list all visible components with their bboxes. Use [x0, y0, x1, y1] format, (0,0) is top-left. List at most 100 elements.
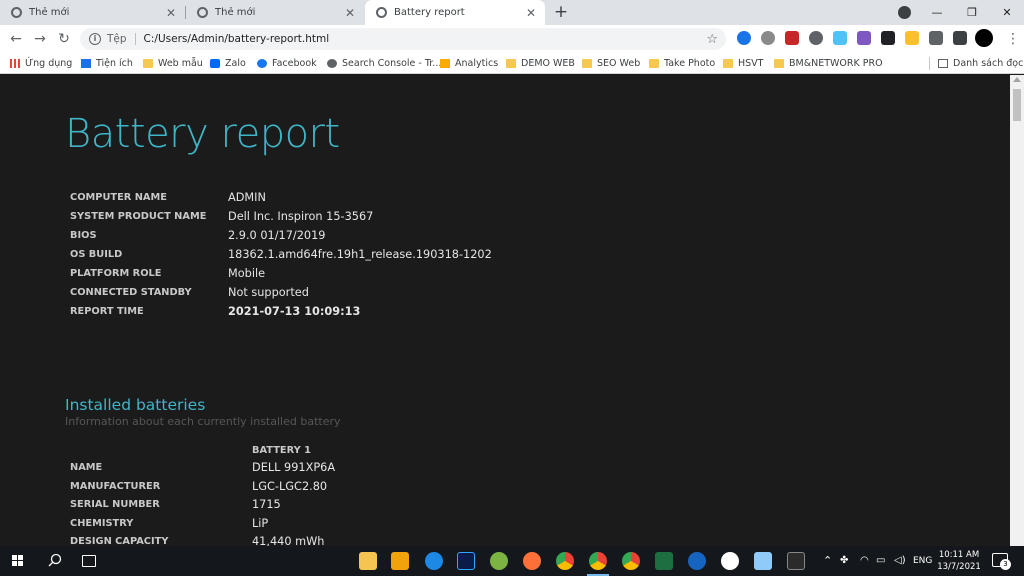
bookmark-take-photo[interactable]: Take Photo [649, 53, 715, 73]
folder-icon [649, 58, 659, 68]
battery-icon[interactable]: ▭ [876, 546, 885, 576]
globe-icon [197, 7, 208, 18]
bookmark-star-icon[interactable]: ☆ [706, 32, 718, 47]
bookmark-label: Ứng dụng [25, 57, 73, 69]
close-icon[interactable]: ✕ [163, 6, 179, 20]
tab-new-1[interactable]: Thẻ mới ✕ [0, 0, 185, 25]
bookmark-demo-web[interactable]: DEMO WEB [506, 53, 575, 73]
avatar[interactable] [975, 29, 993, 47]
app-green-icon[interactable] [490, 552, 508, 570]
vpn-extension-icon[interactable] [809, 31, 823, 45]
x-extension-icon[interactable] [881, 31, 895, 45]
settings-extension-icon[interactable] [761, 31, 775, 45]
new-tab-button[interactable]: + [551, 2, 571, 22]
close-icon[interactable]: ✕ [342, 6, 358, 20]
info-key: OS BUILD [70, 249, 123, 260]
notification-badge: 3 [1000, 559, 1011, 570]
bookmark-search-console[interactable]: Search Console - Tr... [327, 53, 441, 73]
flask-extension-icon[interactable] [953, 31, 967, 45]
messenger-extension-icon[interactable] [737, 31, 751, 45]
tab-title: Battery report [394, 7, 465, 18]
bookmark-hsvt[interactable]: HSVT [723, 53, 763, 73]
info-icon[interactable]: i [89, 33, 101, 45]
notepad-icon[interactable] [754, 552, 772, 570]
clock-date: 13/7/2021 [937, 562, 981, 572]
tray-app-icon[interactable]: ✤ [840, 546, 848, 576]
divider [134, 33, 136, 45]
scroll-thumb[interactable] [1013, 89, 1021, 121]
restore-button[interactable]: ❐ [956, 0, 988, 25]
battery-key: CHEMISTRY [70, 517, 134, 529]
battery-value: 1715 [252, 498, 281, 512]
tag-extension-icon[interactable] [857, 31, 871, 45]
chrome-profile-icon[interactable] [622, 552, 640, 570]
bookmark-facebook[interactable]: Facebook [257, 53, 317, 73]
task-view-icon[interactable] [82, 555, 96, 567]
volume-icon[interactable]: ◁) [894, 546, 906, 576]
info-value: Mobile [228, 267, 266, 280]
folder-icon [774, 58, 784, 68]
pen-extension-icon[interactable] [905, 31, 919, 45]
tab-new-2[interactable]: Thẻ mới ✕ [186, 0, 364, 25]
search-icon[interactable] [48, 553, 62, 567]
terminal-icon[interactable] [787, 552, 805, 570]
battery-value: 41,440 mWh [252, 535, 325, 546]
menu-icon[interactable]: ⋮ [1006, 31, 1020, 47]
bookmark-label: DEMO WEB [521, 57, 575, 69]
photoshop-icon[interactable] [457, 552, 475, 570]
close-icon[interactable]: ✕ [523, 6, 539, 20]
profile-icon[interactable] [898, 6, 911, 19]
gauge-icon[interactable] [721, 552, 739, 570]
bookmark-web-mau[interactable]: Web mẫu [143, 53, 203, 73]
firefox-icon[interactable] [523, 552, 541, 570]
chrome-active-icon[interactable] [589, 552, 607, 570]
reload-button[interactable]: ↻ [54, 29, 74, 49]
clock-time: 10:11 AM [938, 550, 980, 560]
window-close-button[interactable]: ✕ [991, 0, 1023, 25]
outlook-icon[interactable] [391, 552, 409, 570]
battery-value: DELL 991XP6A [252, 461, 336, 474]
tray-chevron-icon[interactable]: ⌃ [823, 546, 832, 576]
edge-icon[interactable] [425, 552, 443, 570]
battery-key: DESIGN CAPACITY [70, 536, 169, 546]
bookmark-apps[interactable]: Ứng dụng [10, 53, 72, 73]
back-button[interactable]: ← [6, 29, 26, 49]
bookmark-seo-web[interactable]: SEO Web [582, 53, 640, 73]
facebook-icon [257, 58, 267, 68]
system-clock[interactable]: 10:11 AM 13/7/2021 [937, 549, 981, 573]
info-value: Dell Inc. Inspiron 15-3567 [228, 210, 374, 223]
wifi-icon[interactable]: ◠ [860, 546, 869, 576]
info-key: REPORT TIME [70, 306, 144, 317]
s-extension-icon[interactable] [785, 31, 799, 45]
minimize-button[interactable]: — [921, 0, 953, 25]
bookmark-label: BM&NETWORK PRO [789, 57, 883, 69]
forward-button[interactable]: → [30, 29, 50, 49]
info-value: Not supported [228, 286, 309, 299]
puzzle-icon[interactable] [929, 31, 943, 45]
tab-battery-report[interactable]: Battery report ✕ [365, 0, 545, 25]
info-value: 2.9.0 01/17/2019 [228, 229, 326, 242]
reading-list-button[interactable]: Danh sách đọc [938, 53, 1023, 73]
language-indicator[interactable]: ENG [913, 546, 932, 576]
excel-icon[interactable] [655, 552, 673, 570]
installed-batteries-heading: Installed batteries [65, 396, 206, 414]
bookmark-zalo[interactable]: Zalo [210, 53, 246, 73]
puzzle-icon [81, 58, 91, 68]
bookmark-label: Analytics [455, 57, 499, 69]
address-bar[interactable]: i Tệp C:/Users/Admin/battery-report.html… [80, 28, 726, 50]
bookmark-bm-network[interactable]: BM&NETWORK PRO [774, 53, 883, 73]
app-blue-icon[interactable] [688, 552, 706, 570]
info-key: BIOS [70, 230, 97, 241]
url-text[interactable]: C:/Users/Admin/battery-report.html [144, 33, 707, 45]
scroll-up-arrow-icon[interactable] [1013, 77, 1021, 82]
bookmark-extensions[interactable]: Tiện ích [81, 53, 133, 73]
bookmark-label: SEO Web [597, 57, 641, 69]
bookmark-analytics[interactable]: Analytics [440, 53, 498, 73]
file-explorer-icon[interactable] [359, 552, 377, 570]
windows-start-icon[interactable] [12, 555, 24, 567]
chrome-icon[interactable] [556, 552, 574, 570]
page-scrollbar[interactable] [1010, 75, 1024, 546]
battery-key: MANUFACTURER [70, 480, 161, 492]
color-extension-icon[interactable] [833, 31, 847, 45]
installed-batteries-subtitle: Information about each currently install… [65, 415, 341, 428]
